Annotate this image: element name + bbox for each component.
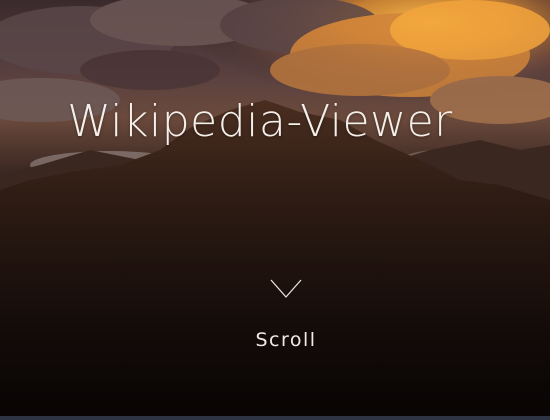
scroll-label[interactable]: Scroll	[0, 329, 550, 351]
chevron-down-icon[interactable]	[270, 278, 302, 300]
background-image	[0, 0, 550, 420]
hero-section: Wikipedia-Viewer Scroll	[0, 0, 550, 420]
scroll-indicator[interactable]: Scroll	[0, 278, 550, 351]
bottom-edge	[0, 416, 550, 420]
page-title: Wikipedia-Viewer	[67, 96, 453, 147]
